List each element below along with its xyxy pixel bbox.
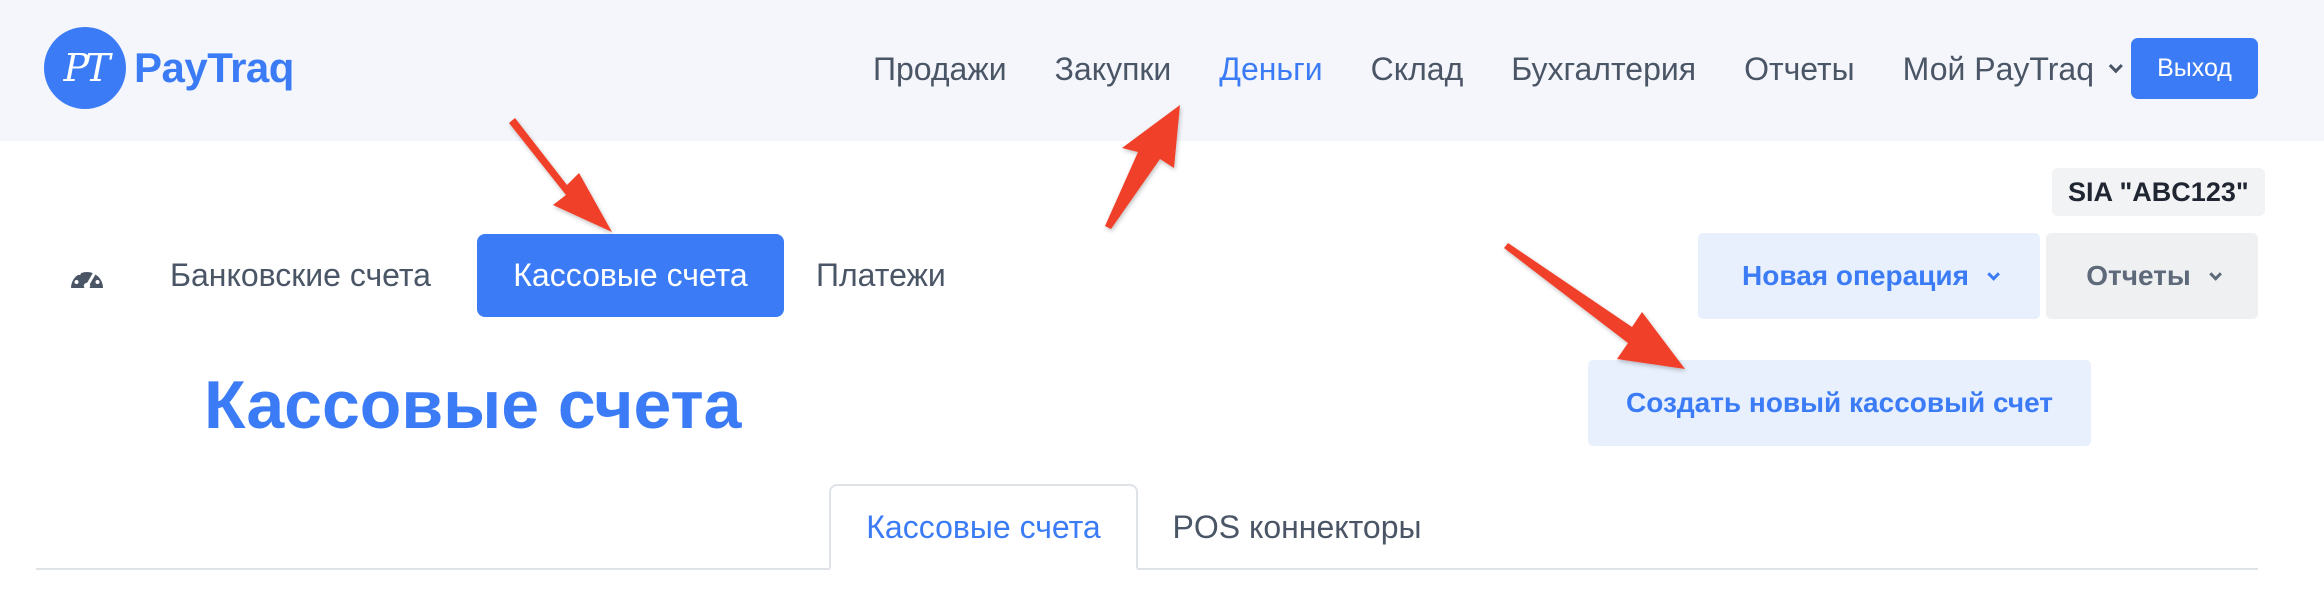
chevron-down-icon [2108, 59, 2123, 74]
create-cash-account-button[interactable]: Создать новый кассовый счет [1588, 360, 2091, 446]
reports-dropdown-button[interactable]: Отчеты [2046, 233, 2258, 319]
nav-item-accounting[interactable]: Бухгалтерия [1511, 51, 1696, 88]
nav-item-reports[interactable]: Отчеты [1744, 51, 1855, 88]
main-nav: Продажи Закупки Деньги Склад Бухгалтерия… [825, 42, 2123, 96]
nav-item-my-paytraq-label: Мой PayTraq [1902, 50, 2094, 87]
paytraq-logo[interactable]: PT PayTraq [44, 27, 294, 109]
logo-mark: PT [44, 27, 126, 109]
chevron-down-icon [1987, 267, 2000, 281]
new-operation-button[interactable]: Новая операция [1698, 233, 2040, 319]
nav-item-sales[interactable]: Продажи [873, 51, 1007, 88]
new-operation-label: Новая операция [1742, 260, 1969, 291]
logout-button[interactable]: Выход [2131, 38, 2258, 99]
dashboard-icon[interactable] [68, 258, 106, 296]
nav-item-purchases[interactable]: Закупки [1055, 51, 1172, 88]
nav-item-money[interactable]: Деньги [1219, 51, 1322, 88]
company-badge: SIA "ABC123" [2052, 168, 2265, 216]
subnav-bank-accounts[interactable]: Банковские счета [170, 234, 431, 317]
subnav-cash-accounts[interactable]: Кассовые счета [477, 234, 784, 317]
top-navbar: PT PayTraq Продажи Закупки Деньги Склад … [0, 0, 2324, 141]
nav-item-warehouse[interactable]: Склад [1371, 51, 1464, 88]
subnav-payments[interactable]: Платежи [816, 234, 946, 317]
chevron-down-icon [2209, 267, 2222, 281]
logo-text: PayTraq [134, 44, 294, 91]
nav-item-my-paytraq[interactable]: Мой PayTraq [1902, 50, 2123, 88]
tab-pos-connectors[interactable]: POS коннекторы [1138, 484, 1456, 570]
tab-cash-accounts[interactable]: Кассовые счета [829, 484, 1138, 570]
reports-label: Отчеты [2086, 260, 2191, 291]
arrow-icon [1504, 243, 1685, 369]
page-title: Кассовые счета [204, 367, 742, 443]
